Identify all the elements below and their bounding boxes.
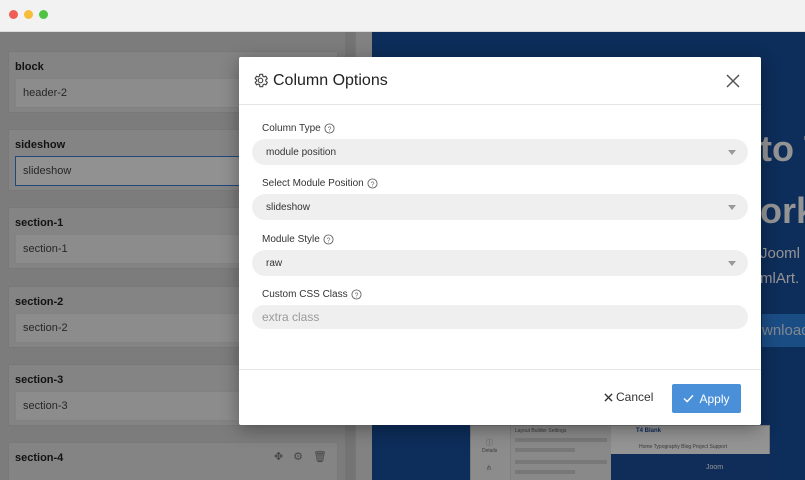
column-options-dialog: Column Options Column Type ? module posi… <box>239 57 761 425</box>
cancel-label: Cancel <box>616 390 654 404</box>
svg-text:?: ? <box>326 237 330 244</box>
column-type-label: Column Type ? <box>262 123 335 134</box>
column-type-select[interactable]: module position <box>252 139 748 165</box>
module-style-label: Module Style ? <box>262 234 334 245</box>
dialog-title: Column Options <box>273 72 388 89</box>
module-position-label: Select Module Position ? <box>262 178 378 189</box>
chevron-down-icon <box>728 261 736 266</box>
module-style-label-text: Module Style <box>262 234 320 245</box>
minimize-window-button[interactable] <box>24 10 33 19</box>
close-icon <box>604 392 613 402</box>
custom-css-label: Custom CSS Class ? <box>262 289 362 300</box>
svg-text:?: ? <box>327 126 331 133</box>
gear-icon <box>254 73 268 88</box>
cancel-button[interactable]: Cancel <box>604 390 653 404</box>
chevron-down-icon <box>728 150 736 155</box>
help-icon[interactable]: ? <box>324 123 335 134</box>
svg-text:?: ? <box>370 181 374 188</box>
checkmark-icon <box>683 394 695 403</box>
close-window-button[interactable] <box>9 10 18 19</box>
module-position-label-text: Select Module Position <box>262 178 364 189</box>
module-position-select[interactable]: slideshow <box>252 194 748 220</box>
apply-label: Apply <box>699 391 730 406</box>
dialog-header: Column Options <box>239 57 761 105</box>
module-position-value: slideshow <box>266 202 310 213</box>
column-type-value: module position <box>266 147 337 158</box>
help-icon[interactable]: ? <box>351 289 362 300</box>
close-icon[interactable] <box>726 74 740 88</box>
chevron-down-icon <box>728 205 736 210</box>
apply-button[interactable]: Apply <box>672 384 741 413</box>
help-icon[interactable]: ? <box>367 178 378 189</box>
svg-text:?: ? <box>354 292 358 299</box>
maximize-window-button[interactable] <box>39 10 48 19</box>
window-titlebar <box>0 0 805 32</box>
help-icon[interactable]: ? <box>323 234 334 245</box>
module-style-select[interactable]: raw <box>252 250 748 276</box>
module-style-value: raw <box>266 258 283 269</box>
custom-css-input[interactable] <box>252 305 748 329</box>
custom-css-label-text: Custom CSS Class <box>262 289 348 300</box>
column-type-label-text: Column Type <box>262 123 321 134</box>
dialog-footer: Cancel Apply <box>239 369 761 425</box>
